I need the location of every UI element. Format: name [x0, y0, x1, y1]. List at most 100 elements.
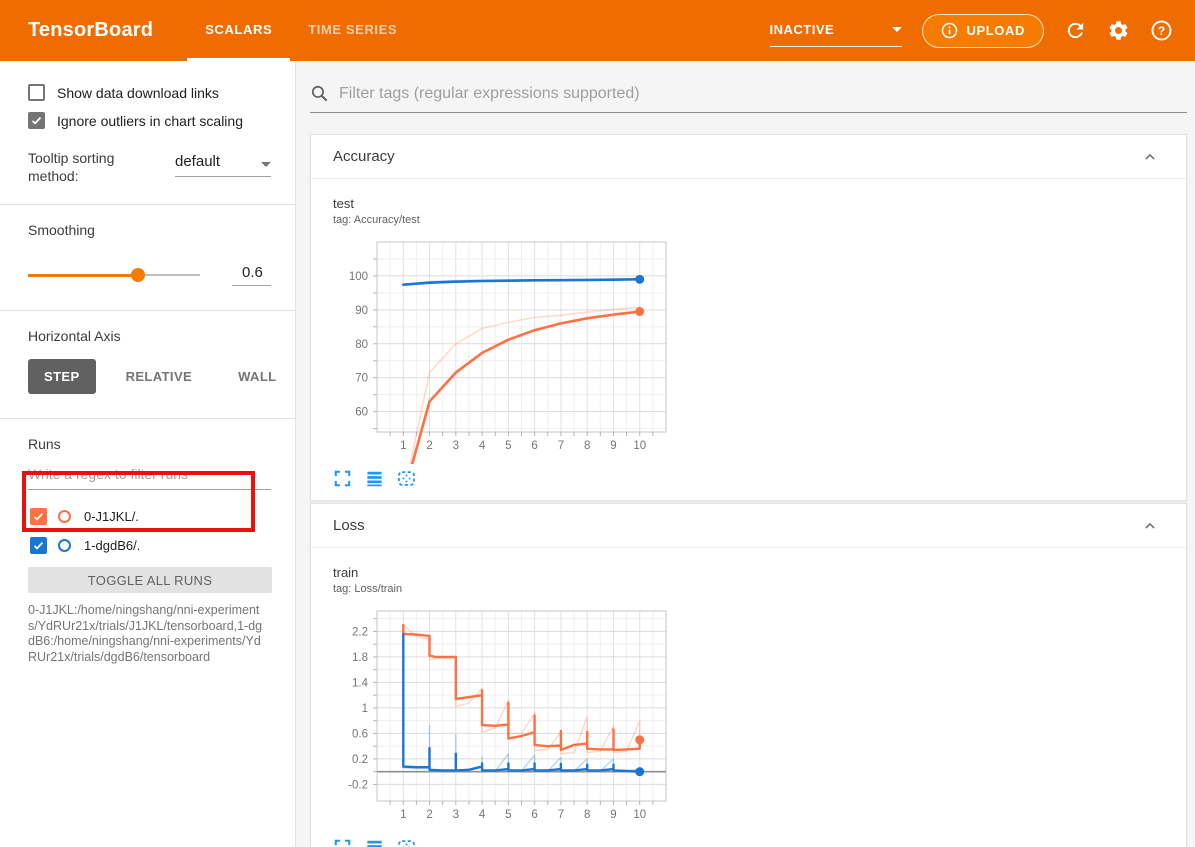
- svg-text:0.6: 0.6: [352, 728, 368, 740]
- checkbox-label: Show data download links: [57, 85, 219, 101]
- svg-text:10: 10: [633, 440, 646, 452]
- log-scale-icon[interactable]: [365, 469, 384, 488]
- fit-domain-icon[interactable]: [397, 469, 416, 488]
- card-title: Loss: [333, 517, 365, 534]
- tooltip-sorting-label: Tooltip sorting method:: [28, 149, 146, 185]
- check-icon: [32, 539, 45, 552]
- svg-text:7: 7: [558, 440, 564, 452]
- accuracy-line-chart[interactable]: 6070809010012345678910: [333, 234, 678, 464]
- svg-text:80: 80: [355, 339, 368, 351]
- slider-fill: [28, 274, 138, 277]
- run-label: 0-J1JKL/.: [84, 509, 139, 524]
- svg-text:1.8: 1.8: [352, 652, 368, 664]
- app-title: TensorBoard: [28, 19, 153, 42]
- run-color-swatch: [58, 510, 71, 523]
- horizontal-axis-label: Horizontal Axis: [28, 328, 295, 344]
- slider-thumb[interactable]: [131, 268, 145, 282]
- run-row-1-dgdB6[interactable]: 1-dgdB6/.: [30, 531, 295, 560]
- run-label: 1-dgdB6/.: [84, 538, 140, 553]
- toggle-all-runs-button[interactable]: TOGGLE ALL RUNS: [28, 567, 272, 593]
- run-filter-field: [28, 466, 271, 490]
- svg-text:2: 2: [426, 809, 432, 821]
- run-filter-input[interactable]: [28, 466, 271, 482]
- svg-text:5: 5: [505, 440, 511, 452]
- checkbox-checked[interactable]: [28, 112, 45, 129]
- sidebar: Show data download links Ignore outliers…: [0, 61, 296, 847]
- upload-label: UPLOAD: [967, 23, 1026, 38]
- run-checkbox[interactable]: [30, 508, 47, 525]
- checkbox-label: Ignore outliers in chart scaling: [57, 113, 243, 129]
- accuracy-card: Accuracy test tag: Accuracy/test 60 70 80 9…: [310, 134, 1187, 501]
- card-title: Accuracy: [333, 148, 395, 165]
- svg-text:3: 3: [453, 809, 459, 821]
- refresh-icon[interactable]: [1064, 19, 1087, 42]
- svg-text:2.2: 2.2: [352, 626, 368, 638]
- checkbox-unchecked[interactable]: [28, 84, 45, 101]
- svg-text:0.2: 0.2: [352, 754, 368, 766]
- divider: [0, 310, 295, 311]
- tag-filter-field: [310, 84, 1187, 113]
- show-download-links-checkbox-row[interactable]: Show data download links: [28, 84, 295, 101]
- smoothing-label: Smoothing: [28, 222, 295, 238]
- chevron-up-icon[interactable]: [1140, 147, 1160, 167]
- svg-text:1: 1: [362, 703, 368, 715]
- svg-text:8: 8: [584, 809, 590, 821]
- svg-text:7: 7: [558, 809, 564, 821]
- axis-step-button[interactable]: STEP: [28, 359, 96, 394]
- ignore-outliers-checkbox-row[interactable]: Ignore outliers in chart scaling: [28, 112, 295, 129]
- tooltip-sorting-value: default: [175, 153, 220, 170]
- chevron-down-icon: [261, 162, 271, 167]
- settings-gear-icon[interactable]: [1107, 19, 1130, 42]
- expand-card-icon[interactable]: [333, 469, 352, 488]
- tab-bar: SCALARS TIME SERIES: [187, 0, 415, 61]
- tag-filter-input[interactable]: [339, 85, 1187, 103]
- accuracy-card-header[interactable]: Accuracy: [311, 135, 1186, 179]
- svg-text:2: 2: [426, 440, 432, 452]
- log-scale-icon[interactable]: [365, 838, 384, 847]
- svg-text:4: 4: [479, 809, 486, 821]
- runs-label: Runs: [28, 436, 295, 452]
- loss-line-chart[interactable]: -0.20.20.611.41.82.212345678910: [333, 603, 678, 833]
- axis-relative-button[interactable]: RELATIVE: [110, 359, 209, 394]
- chevron-down-icon: [892, 27, 902, 32]
- status-dropdown[interactable]: INACTIVE: [770, 22, 902, 47]
- svg-text:9: 9: [610, 440, 616, 452]
- svg-text:6: 6: [531, 440, 537, 452]
- check-icon: [30, 114, 43, 127]
- chart-subtitle: tag: Loss/train: [333, 583, 1186, 595]
- upload-button[interactable]: UPLOAD: [922, 14, 1045, 48]
- run-paths-text: 0-J1JKL:/home/ningshang/nni-experiments/…: [28, 603, 269, 665]
- svg-text:70: 70: [355, 373, 368, 385]
- svg-text:60: 60: [355, 407, 368, 419]
- chevron-up-icon[interactable]: [1140, 516, 1160, 536]
- chart-subtitle: tag: Accuracy/test: [333, 214, 1186, 226]
- svg-text:3: 3: [453, 440, 459, 452]
- svg-text:1: 1: [400, 809, 406, 821]
- run-row-0-J1JKL[interactable]: 0-J1JKL/.: [30, 502, 295, 531]
- chart-title: test: [333, 196, 1186, 211]
- chart-title: train: [333, 565, 1186, 580]
- svg-text:6: 6: [531, 809, 537, 821]
- svg-text:4: 4: [479, 440, 486, 452]
- svg-text:-0.2: -0.2: [348, 779, 368, 791]
- svg-text:5: 5: [505, 809, 511, 821]
- loss-card: Loss train tag: Loss/train -0.2 0.2 0.6 1 1.…: [310, 503, 1187, 847]
- expand-card-icon[interactable]: [333, 838, 352, 847]
- svg-text:9: 9: [610, 809, 616, 821]
- run-checkbox[interactable]: [30, 537, 47, 554]
- fit-domain-icon[interactable]: [397, 838, 416, 847]
- run-color-swatch: [58, 539, 71, 552]
- svg-text:8: 8: [584, 440, 590, 452]
- tooltip-sorting-dropdown[interactable]: default: [175, 149, 271, 177]
- info-icon: [941, 22, 958, 39]
- tab-scalars[interactable]: SCALARS: [187, 0, 290, 61]
- divider: [0, 204, 295, 205]
- smoothing-slider[interactable]: [28, 268, 200, 282]
- loss-card-header[interactable]: Loss: [311, 504, 1186, 548]
- tab-time-series[interactable]: TIME SERIES: [290, 0, 415, 61]
- help-icon[interactable]: ?: [1150, 19, 1173, 42]
- app-header: TensorBoard SCALARS TIME SERIES INACTIVE…: [0, 0, 1195, 61]
- axis-wall-button[interactable]: WALL: [222, 359, 292, 394]
- smoothing-value-field[interactable]: 0.6: [232, 264, 271, 286]
- divider: [0, 418, 295, 419]
